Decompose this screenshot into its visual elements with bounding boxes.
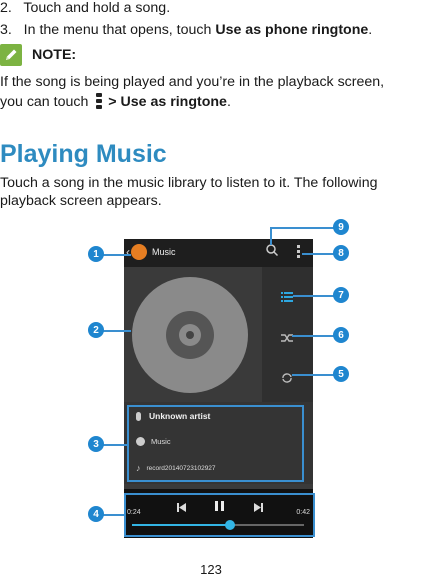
callout-3: 3 xyxy=(88,436,104,452)
callout-9: 9 xyxy=(333,219,349,235)
menu-icon xyxy=(96,93,103,109)
app-logo xyxy=(131,244,147,260)
section-paragraph-line-1: Touch a song in the music library to lis… xyxy=(0,175,378,191)
page-number: 123 xyxy=(200,562,222,577)
track-info-highlight xyxy=(127,405,304,482)
search-icon[interactable] xyxy=(265,243,279,262)
repeat-icon[interactable] xyxy=(281,370,293,388)
callout-5: 5 xyxy=(333,366,349,382)
callout-line-8 xyxy=(302,253,334,255)
step-number: 3. xyxy=(0,22,12,38)
callout-2: 2 xyxy=(88,322,104,338)
callout-line-9-vertical xyxy=(270,227,272,245)
playback-controls-highlight xyxy=(124,493,315,537)
note-line-1: If the song is being played and you’re i… xyxy=(0,74,385,90)
callout-7: 7 xyxy=(333,287,349,303)
callout-4: 4 xyxy=(88,506,104,522)
step-3: 3. In the menu that opens, touch Use as … xyxy=(0,22,373,38)
playlist-icon[interactable] xyxy=(281,289,293,307)
callout-line-2 xyxy=(103,330,131,332)
callout-1: 1 xyxy=(88,246,104,262)
overflow-menu-icon[interactable] xyxy=(297,245,300,258)
callout-line-4 xyxy=(103,514,125,516)
step-number: 2. xyxy=(0,0,12,16)
callout-line-6 xyxy=(292,335,334,337)
callout-6: 6 xyxy=(333,327,349,343)
step-bold: Use as phone ringtone xyxy=(215,22,369,38)
back-icon[interactable]: ‹ xyxy=(126,245,130,259)
section-heading: Playing Music xyxy=(0,140,167,168)
section-paragraph-line-2: playback screen appears. xyxy=(0,193,162,209)
note-line-2: you can touch > Use as ringtone. xyxy=(0,93,231,110)
step-text: Touch and hold a song. xyxy=(23,0,171,16)
callout-line-5 xyxy=(292,374,334,376)
callout-line-9-horizontal xyxy=(271,227,334,229)
note-label: NOTE: xyxy=(32,47,77,63)
callout-line-7 xyxy=(293,295,334,297)
note-heading: NOTE: xyxy=(0,44,76,66)
step-text: In the menu that opens, touch xyxy=(23,22,216,38)
step-2: 2. Touch and hold a song. xyxy=(0,0,170,17)
app-title: Music xyxy=(152,247,176,257)
callout-line-1 xyxy=(103,254,131,256)
callout-line-3 xyxy=(103,444,128,446)
shuffle-icon[interactable] xyxy=(281,330,293,348)
pencil-icon xyxy=(0,44,22,66)
callout-8: 8 xyxy=(333,245,349,261)
